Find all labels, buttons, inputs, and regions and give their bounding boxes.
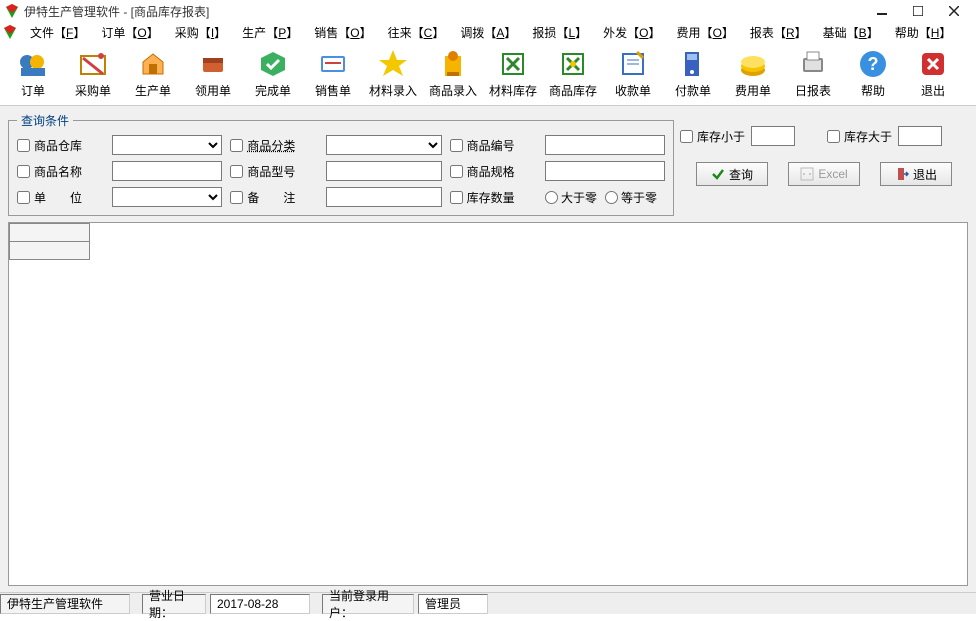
query-button[interactable]: 查询 [696,162,768,186]
category-check[interactable]: 商品分类 [230,137,317,154]
stock-qty-radios: 大于零 等于零 [545,189,665,206]
stock-lt-input[interactable] [751,126,795,146]
menu-outsource[interactable]: 外发【O】 [597,24,666,41]
material-stock-icon [497,48,529,80]
tool-expense[interactable]: 费用单 [726,48,780,99]
exit-button[interactable]: 退出 [880,162,952,186]
exit-icon [917,48,949,80]
goods-entry-icon [437,48,469,80]
stock-lt-check[interactable]: 库存小于 [680,128,745,145]
tool-exit[interactable]: 退出 [906,48,960,99]
app-icon-small [2,24,18,40]
side-filters: 库存小于 库存大于 [680,112,952,146]
status-app: 伊特生产管理软件 [0,594,130,614]
query-fieldset: 查询条件 商品仓库 商品分类 商品编号 商品名称 商品型号 商品规格 [8,112,674,216]
daily-icon [797,48,829,80]
statusbar: 伊特生产管理软件 营业日期： 2017-08-28 当前登录用户： 管理员 [0,592,976,614]
receipt-icon [617,48,649,80]
expense-icon [737,48,769,80]
menu-production[interactable]: 生产【P】 [236,24,304,41]
menu-sales[interactable]: 销售【O】 [308,24,377,41]
menu-file[interactable]: 文件【F】 [24,24,91,41]
remark-check[interactable]: 备 注 [230,189,317,206]
menu-report[interactable]: 报表【R】 [744,24,813,41]
category-select[interactable] [326,135,442,155]
name-check[interactable]: 商品名称 [17,163,104,180]
stock-gt-input[interactable] [898,126,942,146]
window-title: 伊特生产管理软件 - [商品库存报表] [24,3,864,20]
material-entry-icon [377,48,409,80]
sales-icon [317,48,349,80]
maximize-button[interactable] [900,0,936,22]
complete-icon [257,48,289,80]
model-input[interactable] [326,161,442,181]
tool-order[interactable]: 订单 [6,48,60,99]
remark-input[interactable] [326,187,442,207]
tool-daily[interactable]: 日报表 [786,48,840,99]
menu-purchase[interactable]: 采购【I】 [169,24,232,41]
tool-material-entry[interactable]: 材料录入 [366,48,420,99]
help-icon: ? [857,48,889,80]
production-icon [137,48,169,80]
tool-goods-entry[interactable]: 商品录入 [426,48,480,99]
excel-icon [800,167,814,181]
tool-material-stock[interactable]: 材料库存 [486,48,540,99]
order-icon [17,48,49,80]
menu-help[interactable]: 帮助【H】 [889,24,958,41]
code-check[interactable]: 商品编号 [450,137,537,154]
gt-zero-radio[interactable]: 大于零 [545,189,597,206]
table-row [10,242,90,260]
unit-check[interactable]: 单 位 [17,189,104,206]
goods-stock-icon [557,48,589,80]
tool-requisition[interactable]: 领用单 [186,48,240,99]
menu-loss[interactable]: 报损【L】 [526,24,593,41]
code-input[interactable] [545,135,665,155]
status-user-value: 管理员 [418,594,488,614]
tool-complete[interactable]: 完成单 [246,48,300,99]
status-date-value: 2017-08-28 [210,594,310,614]
purchase-icon [77,48,109,80]
status-user-label: 当前登录用户： [322,594,414,614]
warehouse-select[interactable] [112,135,222,155]
content-area: 查询条件 商品仓库 商品分类 商品编号 商品名称 商品型号 商品规格 [0,106,976,592]
toolbar: 订单 采购单 生产单 领用单 完成单 销售单 材料录入 商品录入 材料库存 商品… [0,42,976,106]
status-date-label: 营业日期： [142,594,206,614]
tool-goods-stock[interactable]: 商品库存 [546,48,600,99]
spec-input[interactable] [545,161,665,181]
app-icon [4,3,20,19]
minimize-button[interactable] [864,0,900,22]
results-grid[interactable] [8,222,968,586]
menu-order[interactable]: 订单【O】 [95,24,164,41]
model-check[interactable]: 商品型号 [230,163,317,180]
excel-button[interactable]: Excel [788,162,860,186]
menu-base[interactable]: 基础【B】 [817,24,885,41]
name-input[interactable] [112,161,222,181]
tool-purchase[interactable]: 采购单 [66,48,120,99]
stock-gt-check[interactable]: 库存大于 [827,128,892,145]
menu-transfer[interactable]: 调拨【A】 [454,24,522,41]
query-legend: 查询条件 [17,112,73,129]
menu-contacts[interactable]: 往来【C】 [382,24,451,41]
tool-sales[interactable]: 销售单 [306,48,360,99]
tool-help[interactable]: ?帮助 [846,48,900,99]
requisition-icon [197,48,229,80]
action-buttons: 查询 Excel 退出 [680,156,952,186]
unit-select[interactable] [112,187,222,207]
menu-cost[interactable]: 费用【O】 [671,24,740,41]
menubar: 文件【F】 订单【O】 采购【I】 生产【P】 销售【O】 往来【C】 调拨【A… [0,22,976,42]
tool-payment[interactable]: 付款单 [666,48,720,99]
stock-qty-check[interactable]: 库存数量 [450,189,537,206]
svg-text:?: ? [868,54,879,74]
payment-icon [677,48,709,80]
tool-production[interactable]: 生产单 [126,48,180,99]
spec-check[interactable]: 商品规格 [450,163,537,180]
close-button[interactable] [936,0,972,22]
check-icon [711,167,725,181]
door-icon [895,167,909,181]
titlebar: 伊特生产管理软件 - [商品库存报表] [0,0,976,22]
warehouse-check[interactable]: 商品仓库 [17,137,104,154]
tool-receipt[interactable]: 收款单 [606,48,660,99]
eq-zero-radio[interactable]: 等于零 [605,189,657,206]
table-row [10,224,90,242]
